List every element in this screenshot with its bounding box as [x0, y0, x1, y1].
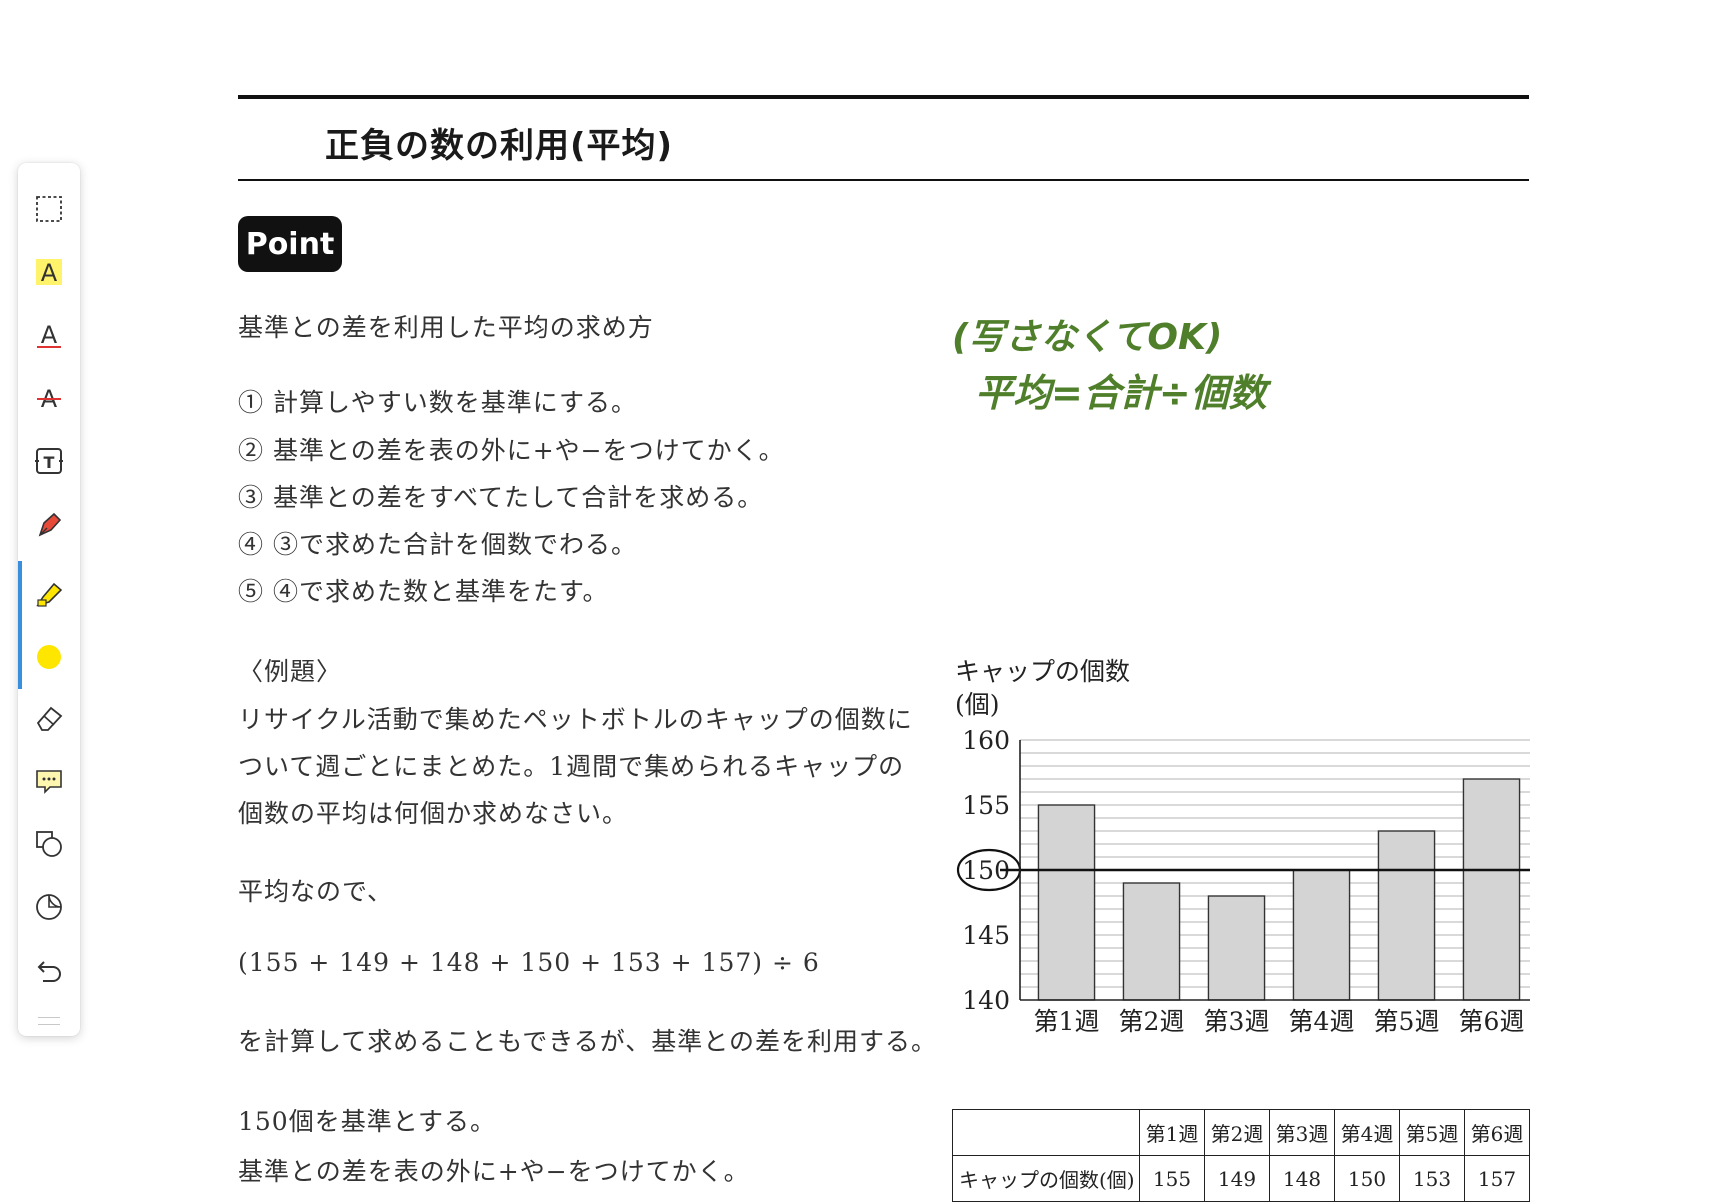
color-swatch-button[interactable]: [18, 625, 80, 689]
bar-chart: 140145150155160第1週 第2週 第3週 第4週 第5週 第6週: [956, 726, 1530, 1036]
highlighter-tool-button[interactable]: [18, 561, 80, 625]
table-cell: 148: [1269, 1155, 1335, 1202]
table-header-cell: 第4週: [1334, 1109, 1400, 1156]
step-item: ② 基準との差を表の外に+や−をつけてかく。: [238, 436, 785, 465]
page-title: 正負の数の利用(平均): [325, 126, 674, 166]
example-line: ついて週ごとにまとめた。1週間で集められるキャップの: [238, 752, 905, 781]
table-header-row: 第1週 第2週 第3週 第4週 第5週 第6週: [952, 1109, 1530, 1156]
x-tick-label: 第4週: [1289, 1007, 1355, 1036]
bar: [1207, 895, 1266, 1001]
text-strikethrough-icon: A: [37, 385, 61, 413]
select-icon: [36, 196, 62, 222]
intro-text: 基準との差を利用した平均の求め方: [238, 313, 654, 342]
x-tick-label: 第3週: [1204, 1007, 1270, 1036]
table-row: キャップの個数(個) 155 149 148 150 153 157: [952, 1155, 1530, 1202]
comment-icon: [36, 770, 62, 794]
text-highlight-icon: A: [36, 259, 62, 287]
bar: [1037, 804, 1096, 1001]
sticker-tool-button[interactable]: [18, 881, 80, 933]
data-table: 第1週 第2週 第3週 第4週 第5週 第6週 キャップの個数(個) 155 1…: [952, 1109, 1530, 1202]
formula-text: (155 + 149 + 148 + 150 + 153 + 157) ÷ 6: [238, 948, 820, 977]
step-item: ⑤ ④で求めた数と基準をたす。: [238, 577, 609, 606]
text-underline-icon: A: [37, 321, 61, 349]
sticker-icon: [36, 894, 62, 920]
svg-text:T: T: [44, 453, 55, 472]
eraser-tool-button[interactable]: [18, 692, 80, 744]
step-item: ④ ③で求めた合計を個数でわる。: [238, 530, 637, 559]
bar: [1462, 778, 1521, 1001]
since-average-text: 平均なので、: [238, 877, 394, 906]
pen-tool-button[interactable]: [18, 498, 80, 550]
step-item: ① 計算しやすい数を基準にする。: [238, 388, 637, 417]
highlighter-icon: [36, 582, 63, 607]
table-cell: 155: [1139, 1155, 1205, 1202]
x-tick-label: 第2週: [1119, 1007, 1185, 1036]
example-heading: 〈例題〉: [238, 657, 343, 686]
eraser-icon: [36, 706, 63, 731]
title-top-rule: [238, 95, 1529, 99]
pen-icon: [38, 512, 62, 537]
y-tick-label: 145: [962, 921, 1010, 950]
y-tick-label: 155: [962, 791, 1010, 820]
toolbar-drag-handle[interactable]: [38, 1017, 60, 1025]
bar: [1377, 830, 1436, 1001]
example-line: 個数の平均は何個か求めなさい。: [238, 799, 629, 828]
step-item: ③ 基準との差をすべてたして合計を求める。: [238, 483, 764, 512]
shapes-tool-button[interactable]: [18, 818, 80, 870]
text-highlight-tool-button[interactable]: A: [18, 246, 80, 298]
table-header-cell: 第6週: [1464, 1109, 1530, 1156]
svg-text:A: A: [41, 321, 58, 349]
x-tick-label: 第5週: [1374, 1007, 1440, 1036]
alt-method-text: を計算して求めることもできるが、基準との差を利用する。: [238, 1027, 938, 1056]
shapes-icon: [36, 831, 62, 857]
table-row-label: キャップの個数(個): [952, 1155, 1140, 1202]
table-cell: 157: [1464, 1155, 1530, 1202]
table-header-cell: 第3週: [1269, 1109, 1335, 1156]
annotation-toolbar: A A A T: [18, 163, 80, 1036]
select-tool-button[interactable]: [18, 183, 80, 235]
chart-title: キャップの個数: [955, 657, 1131, 686]
bar: [1122, 882, 1181, 1001]
x-tick-label: 第1週: [1034, 1007, 1100, 1036]
table-corner-cell: [952, 1109, 1140, 1156]
text-strikethrough-tool-button[interactable]: A: [18, 372, 80, 424]
text-box-icon: T: [35, 448, 63, 474]
title-bottom-rule: [238, 179, 1529, 181]
chart-y-unit: (個): [955, 690, 1000, 719]
point-badge: Point: [238, 216, 342, 272]
table-cell: 153: [1399, 1155, 1465, 1202]
text-box-tool-button[interactable]: T: [18, 435, 80, 487]
x-tick-label: 第6週: [1459, 1007, 1525, 1036]
y-tick-label: 160: [962, 726, 1010, 755]
svg-text:A: A: [41, 259, 58, 287]
table-header-cell: 第2週: [1204, 1109, 1270, 1156]
text-underline-tool-button[interactable]: A: [18, 309, 80, 361]
comment-tool-button[interactable]: [18, 755, 80, 807]
table-cell: 150: [1334, 1155, 1400, 1202]
handwritten-note-formula: 平均=合計÷個数: [975, 371, 1267, 415]
table-header-cell: 第1週: [1139, 1109, 1205, 1156]
undo-button[interactable]: [18, 944, 80, 996]
bar: [1292, 869, 1351, 1001]
baseline-text: 150個を基準とする。: [238, 1107, 496, 1136]
table-cell: 149: [1204, 1155, 1270, 1202]
diff-instruction-text: 基準との差を表の外に+や−をつけてかく。: [238, 1157, 750, 1186]
undo-icon: [37, 961, 61, 982]
color-swatch-icon: [37, 645, 61, 669]
table-header-cell: 第5週: [1399, 1109, 1465, 1156]
example-line: リサイクル活動で集めたペットボトルのキャップの個数に: [238, 705, 913, 734]
y-tick-label: 140: [962, 986, 1010, 1015]
handwritten-note-optional: (写さなくてOK): [952, 317, 1223, 358]
